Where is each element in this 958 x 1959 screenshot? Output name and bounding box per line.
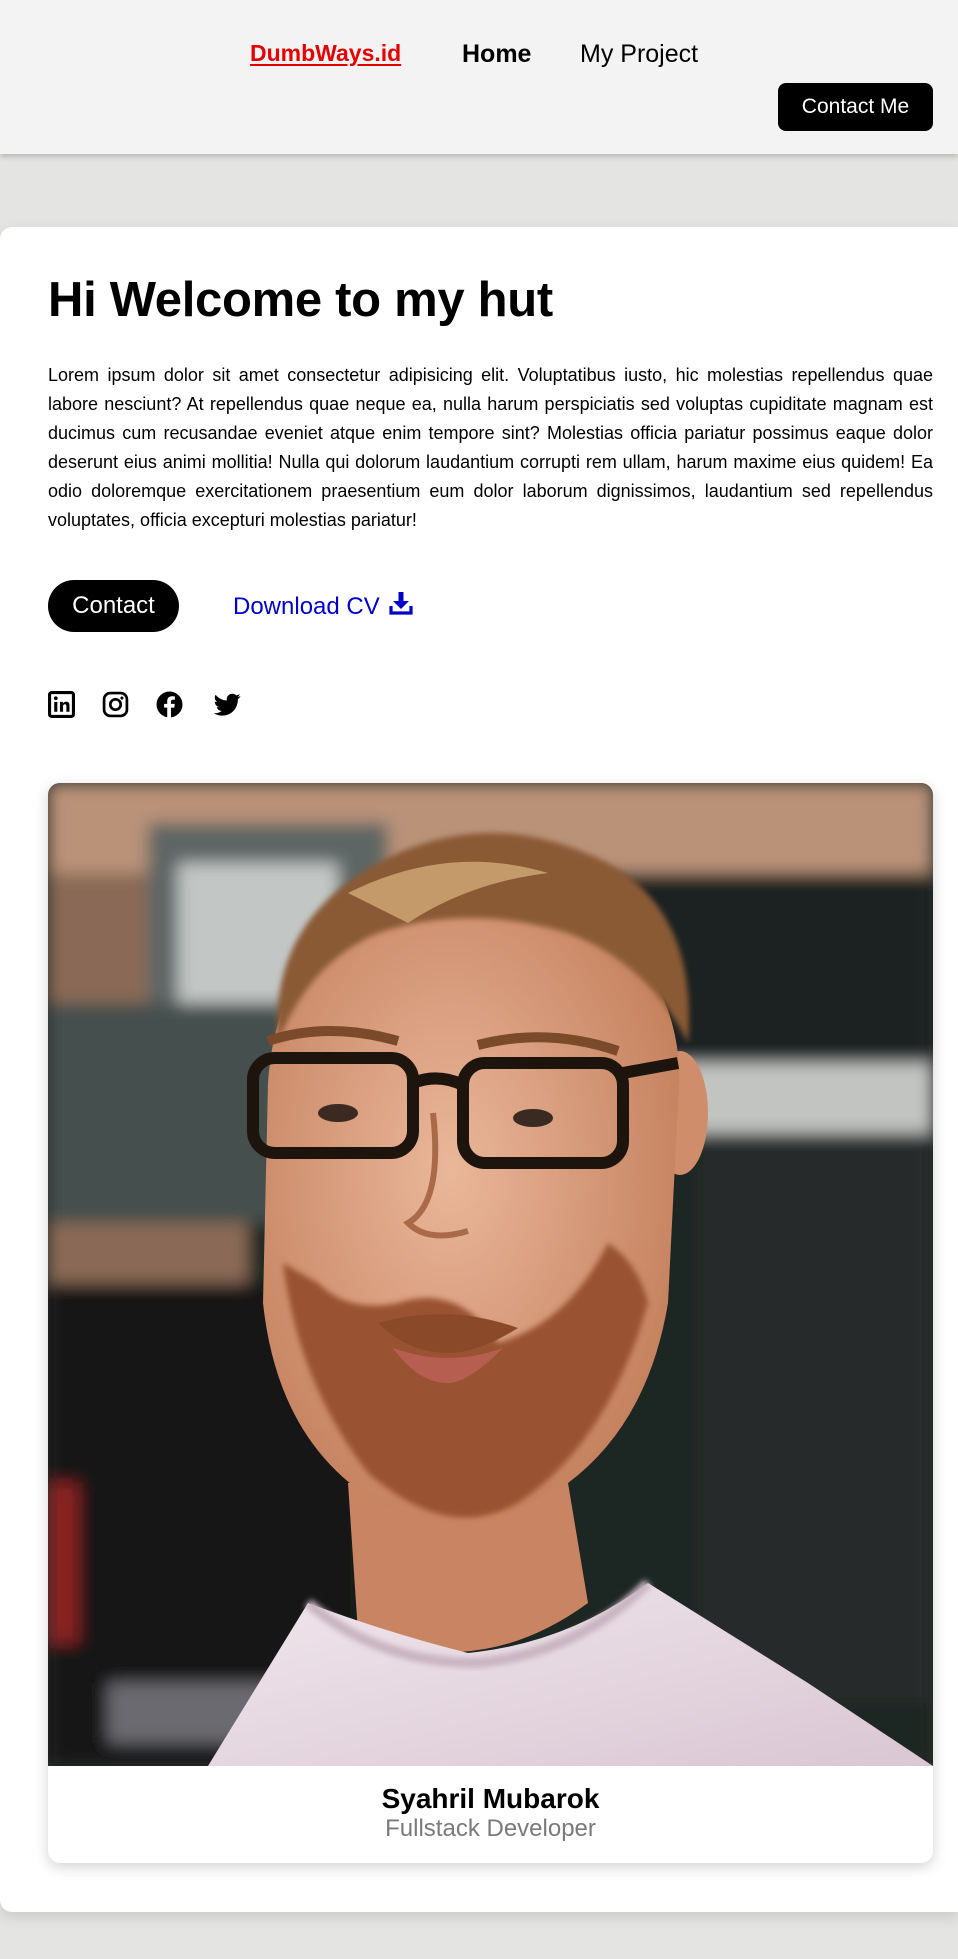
download-icon <box>388 590 414 623</box>
hero-card: Hi Welcome to my hut Lorem ipsum dolor s… <box>0 227 958 1912</box>
profile-photo <box>48 783 933 1766</box>
nav-link-home[interactable]: Home <box>462 40 531 69</box>
profile-card: Syahril Mubarok Fullstack Developer <box>48 783 933 1863</box>
twitter-icon[interactable] <box>214 691 241 718</box>
profile-role: Fullstack Developer <box>385 1815 596 1842</box>
hero-description: Lorem ipsum dolor sit amet consectetur a… <box>48 365 933 530</box>
nav-link-my-project[interactable]: My Project <box>580 40 698 69</box>
linkedin-icon[interactable] <box>48 691 75 718</box>
download-cv-label: Download CV <box>233 592 380 620</box>
contact-me-button[interactable]: Contact Me <box>778 83 933 131</box>
navbar: DumbWays.id Home My Project Contact Me <box>0 0 958 154</box>
hero-title: Hi Welcome to my hut <box>48 273 553 327</box>
brand-logo-link[interactable]: DumbWays.id <box>250 40 401 67</box>
contact-button[interactable]: Contact <box>48 580 179 632</box>
facebook-icon[interactable] <box>156 691 183 718</box>
download-cv-link[interactable]: Download CV <box>233 590 414 623</box>
profile-name: Syahril Mubarok <box>381 1783 600 1814</box>
instagram-icon[interactable] <box>102 691 129 718</box>
